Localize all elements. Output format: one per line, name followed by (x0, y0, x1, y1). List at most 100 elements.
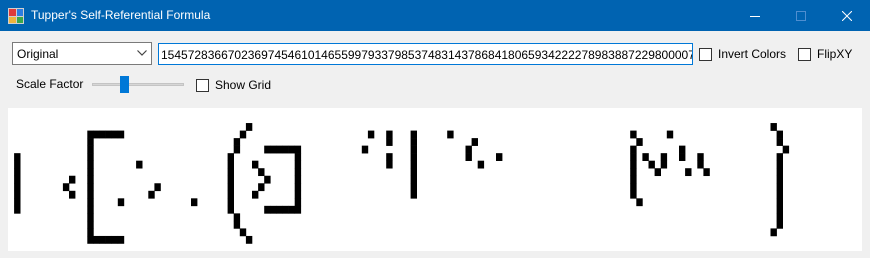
invert-colors-checkbox[interactable]: Invert Colors (699, 47, 786, 61)
formula-pixel (276, 205, 283, 214)
formula-pixel (14, 168, 21, 177)
mode-select-value: Original (17, 47, 59, 61)
formula-pixel (87, 145, 94, 154)
formula-pixel (386, 138, 393, 146)
formula-pixel (630, 183, 637, 192)
formula-pixel (410, 130, 417, 139)
formula-pixel (227, 205, 234, 214)
formula-pixel (117, 130, 125, 139)
formula-pixel (154, 183, 161, 192)
close-icon (842, 10, 852, 21)
formula-pixel (410, 160, 417, 169)
formula-pixel (87, 228, 94, 237)
formula-pixel (654, 168, 661, 177)
formula-pixel (782, 145, 790, 154)
minimize-icon (750, 15, 760, 17)
mode-select[interactable]: Original (12, 42, 152, 65)
scale-factor-slider[interactable] (92, 74, 184, 96)
formula-pixel (282, 145, 289, 154)
formula-pixel (660, 153, 668, 161)
formula-pixel (252, 160, 259, 169)
formula-pixel (776, 175, 783, 184)
formula-pixel (776, 190, 783, 199)
formula-pixel (227, 160, 234, 169)
formula-pixel (87, 175, 94, 184)
formula-pixel (386, 160, 393, 169)
formula-pixel (410, 168, 417, 177)
app-window-icon (8, 8, 24, 24)
minimize-button[interactable] (732, 0, 778, 31)
formula-pixel (294, 153, 302, 161)
formula-pixel (282, 205, 289, 214)
formula-pixel (294, 175, 302, 184)
formula-pixel (233, 138, 241, 146)
formula-pixel (87, 168, 94, 177)
flip-xy-checkbox[interactable]: FlipXY (798, 47, 852, 61)
formula-pixel (361, 145, 369, 154)
formula-pixel (270, 205, 277, 214)
formula-pixel (136, 160, 143, 169)
formula-pixel (386, 153, 393, 161)
formula-pixel (264, 145, 271, 154)
formula-pixel (227, 198, 234, 207)
formula-pixel (62, 183, 70, 192)
formula-pixel (258, 168, 265, 177)
formula-pixel (227, 168, 234, 177)
maximize-icon (796, 10, 806, 21)
invert-colors-box[interactable] (699, 47, 712, 61)
formula-pixel (87, 160, 94, 169)
formula-pixel (191, 198, 198, 207)
formula-pixel (14, 183, 21, 192)
formula-bitmap (14, 123, 790, 244)
formula-pixel (776, 168, 783, 177)
flip-xy-box[interactable] (798, 47, 811, 61)
maximize-button[interactable] (778, 0, 824, 31)
formula-pixel (148, 190, 155, 199)
formula-pixel (111, 235, 119, 244)
flip-xy-label: FlipXY (817, 47, 853, 61)
formula-pixel (111, 130, 119, 139)
formula-pixel (776, 160, 783, 169)
formula-pixel (776, 153, 783, 161)
formula-pixel (227, 153, 234, 161)
formula-pixel (776, 213, 783, 222)
formula-pixel (636, 198, 643, 207)
slider-track[interactable] (92, 83, 184, 86)
show-grid-checkbox[interactable]: Show Grid (196, 78, 271, 92)
formula-pixel (14, 205, 21, 214)
formula-pixel (69, 175, 76, 184)
formula-pixel (630, 153, 637, 161)
formula-pixel (227, 183, 234, 192)
formula-pixel (14, 175, 21, 184)
formula-pixel (264, 175, 271, 184)
formula-pixel (87, 205, 94, 214)
formula-pixel (666, 130, 674, 139)
formula-pixel (87, 198, 94, 207)
formula-pixel (410, 183, 417, 192)
formula-k-input[interactable]: 1545728366702369745461014655997933798537… (158, 43, 693, 65)
formula-pixel (630, 145, 637, 154)
show-grid-label: Show Grid (215, 78, 272, 92)
formula-pixel (776, 220, 783, 229)
formula-pixel (410, 138, 417, 146)
formula-pixel (93, 235, 100, 244)
formula-pixel (276, 145, 283, 154)
formula-pixel (87, 130, 94, 139)
formula-pixel (87, 138, 94, 146)
formula-pixel (410, 190, 417, 199)
formula-pixel (294, 190, 302, 199)
formula-pixel (99, 130, 106, 139)
close-button[interactable] (824, 0, 870, 31)
formula-pixel (239, 130, 247, 139)
formula-pixel (776, 130, 783, 139)
formula-pixel (642, 153, 649, 161)
formula-pixel (294, 198, 302, 207)
formula-pixel (386, 130, 393, 139)
show-grid-box[interactable] (196, 78, 209, 92)
formula-pixel (117, 198, 125, 207)
formula-pixel (87, 183, 94, 192)
slider-thumb[interactable] (120, 76, 130, 93)
formula-pixel (770, 123, 777, 131)
formula-pixel (87, 153, 94, 161)
window-title: Tupper's Self-Referential Formula (31, 8, 211, 22)
